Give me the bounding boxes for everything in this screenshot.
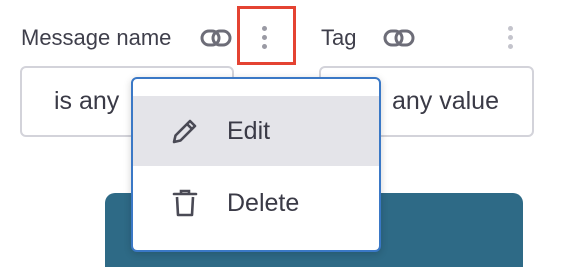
message-name-label: Message name [21,25,172,50]
link-icon[interactable] [199,22,233,54]
menu-item-delete-label: Delete [227,188,300,217]
pencil-icon [167,113,203,149]
message-name-value: is any [54,87,120,115]
link-icon-glyph [383,29,415,47]
menu-item-delete[interactable]: Delete [133,168,379,238]
options-menu: Edit Delete [131,77,381,252]
link-icon-glyph [200,29,232,47]
tag-label: Tag [321,25,357,50]
tag-more-vertical-icon[interactable] [499,22,521,52]
menu-item-edit-label: Edit [227,116,271,145]
more-vertical-icon[interactable] [253,22,275,52]
trash-icon [167,185,203,221]
menu-item-edit[interactable]: Edit [133,96,379,166]
tag-value: any value [391,87,499,115]
tag-link-icon[interactable] [382,22,416,54]
